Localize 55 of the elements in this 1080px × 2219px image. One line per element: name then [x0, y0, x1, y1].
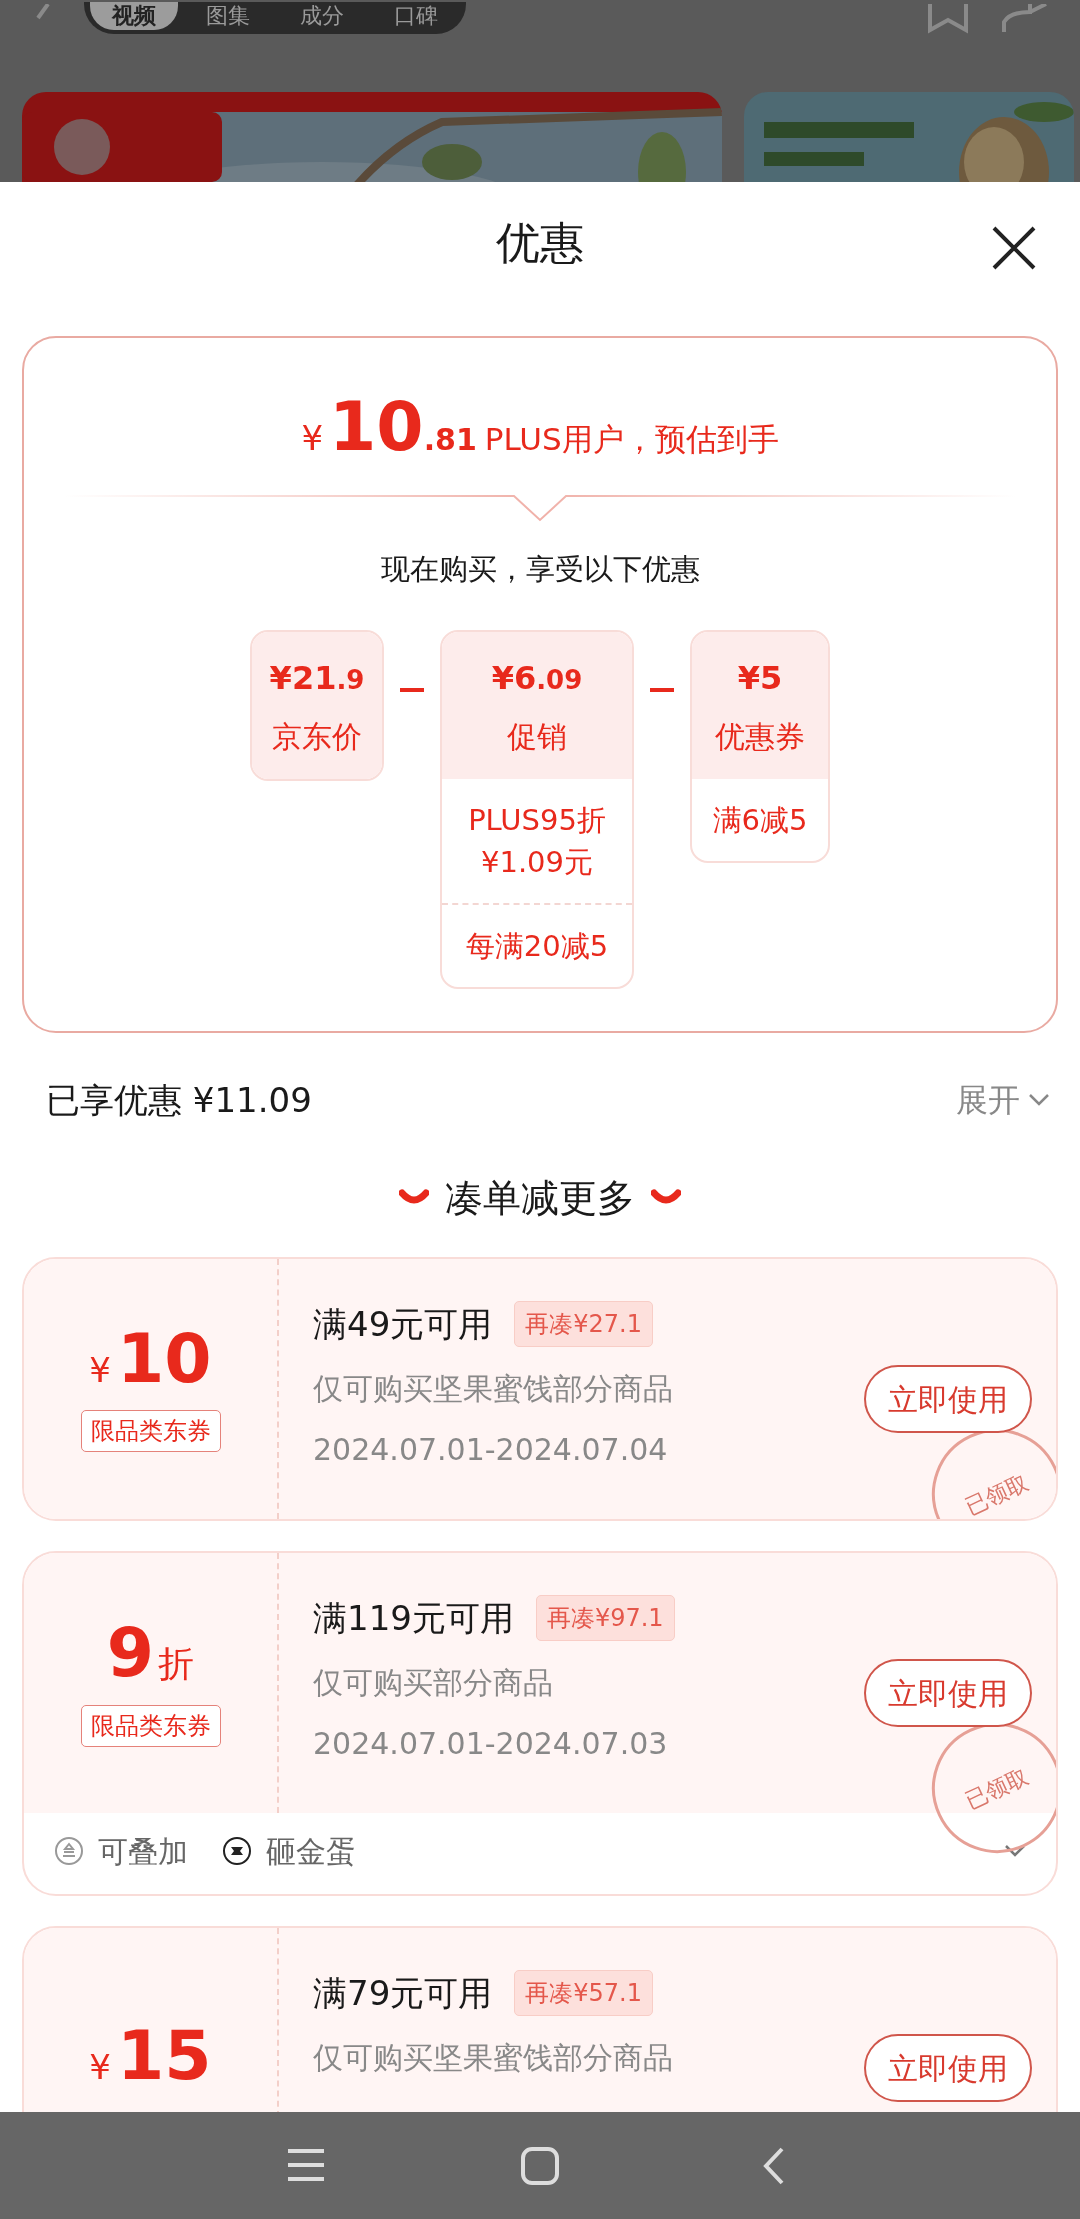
tab[interactable]: 图集	[184, 2, 272, 30]
sheet-title: 优惠	[496, 216, 584, 270]
use-now-button[interactable]: 立即使用	[864, 1658, 1032, 1727]
tab[interactable]: 成分	[278, 2, 366, 30]
box-detail: 满6减5	[711, 801, 809, 839]
coupon-value: 9	[106, 1618, 155, 1687]
box-label: 京东价	[271, 717, 363, 756]
section-title: 凑单减更多	[445, 1174, 635, 1222]
coupon-dates: 2024.07.01-2024.07.04	[313, 1430, 669, 1469]
coupon-threshold: 满49元可用	[313, 1302, 493, 1346]
use-now-button[interactable]: 立即使用	[864, 2033, 1032, 2102]
coupon-feature: 可叠加	[98, 1832, 188, 1871]
coupon-dates: 2024.07.01-2024.07.03	[313, 1724, 669, 1763]
price-integer: 10	[329, 386, 424, 468]
price-label: PLUS用户，预估到手	[484, 420, 779, 459]
currency-symbol: ¥	[89, 1349, 111, 1393]
coupon-scope: 仅可购买部分商品	[313, 1663, 554, 1702]
home-icon[interactable]	[520, 2146, 560, 2185]
coupon-tag: 限品类东券	[80, 1410, 221, 1453]
box-label: 优惠券	[714, 717, 806, 756]
use-now-button[interactable]: 立即使用	[864, 1364, 1032, 1433]
box-amount: ¥6.09	[490, 657, 584, 699]
coupon-scope: 仅可购买坚果蜜饯部分商品	[313, 1369, 673, 1408]
coupon-value: 15	[117, 2022, 212, 2091]
expand-toggle[interactable]: 展开	[956, 1076, 1050, 1125]
coupon-value: 10	[117, 1325, 212, 1394]
gap-amount-tag: 再凑¥97.1	[535, 1595, 675, 1642]
minus-icon	[650, 687, 674, 692]
egg-icon	[222, 1836, 252, 1867]
box-amount: ¥21.9	[268, 657, 366, 699]
discount-unit: 折	[158, 1641, 195, 1686]
currency-symbol: ¥	[301, 417, 323, 460]
coupon-threshold: 满79元可用	[313, 1971, 493, 2015]
coupon-tag: 限品类东券	[80, 1704, 221, 1747]
chevron-down-icon	[1028, 1093, 1050, 1108]
close-icon	[990, 224, 1038, 272]
tab[interactable]: 口碑	[372, 2, 460, 30]
gap-amount-tag: 再凑¥57.1	[514, 1970, 653, 2017]
minus-icon	[400, 687, 424, 692]
box-amount: ¥5	[736, 657, 784, 699]
saved-amount: 已享优惠 ¥11.09	[46, 1078, 312, 1122]
coupon-feature: 砸金蛋	[266, 1832, 356, 1871]
coupon-scope: 仅可购买坚果蜜饯部分商品	[313, 2038, 673, 2077]
stack-icon	[54, 1836, 84, 1867]
coupon-threshold: 满119元可用	[313, 1596, 514, 1640]
currency-symbol: ¥	[89, 2046, 111, 2090]
tab[interactable]: 视频	[90, 2, 178, 30]
box-detail: PLUS95折 ¥1.09元	[467, 801, 607, 881]
chevron-down-icon[interactable]	[1004, 1844, 1026, 1859]
box-label: 促销	[506, 717, 568, 756]
box-detail: 每满20减5	[442, 902, 632, 987]
close-button[interactable]	[990, 224, 1038, 272]
breakdown-title: 现在购买，享受以下优惠	[379, 551, 701, 588]
price-decimal: .81	[423, 421, 477, 459]
gap-amount-tag: 再凑¥27.1	[514, 1301, 653, 1348]
